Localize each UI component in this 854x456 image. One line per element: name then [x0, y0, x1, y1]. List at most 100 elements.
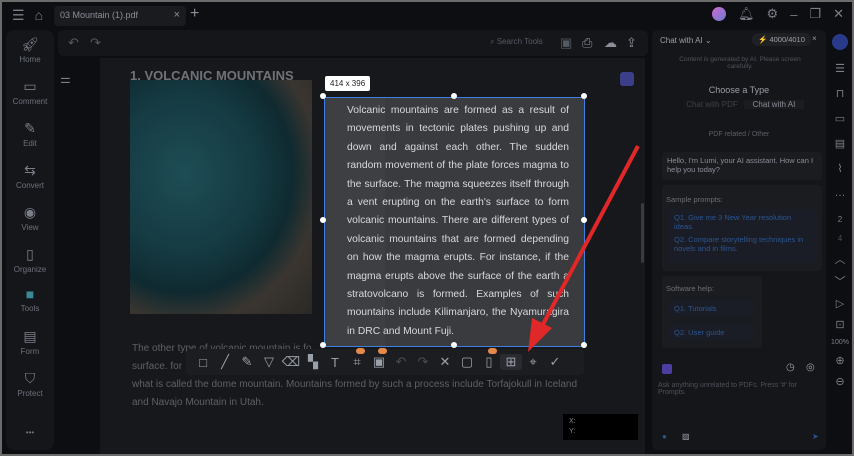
label: Home [19, 55, 41, 64]
bulb-icon[interactable]: ● [662, 432, 667, 441]
ai-assistant-icon[interactable] [620, 72, 634, 86]
gear-icon[interactable]: ⚙ [767, 6, 779, 22]
chat-with-pdf-option[interactable]: Chat with PDF [682, 100, 742, 109]
settings-icon[interactable]: ◎ [806, 362, 815, 373]
redo-icon[interactable]: ↷ [90, 35, 101, 51]
pin-icon[interactable]: ⌖ [522, 354, 544, 370]
text-icon[interactable]: T [324, 355, 346, 370]
zoom-level[interactable]: 100% [828, 339, 852, 346]
bookmark-icon[interactable]: ⊓ [828, 87, 852, 100]
bell-icon[interactable]: 🔔︎ [738, 6, 755, 22]
ai-notice: Content is generated by AI. Please scree… [679, 56, 801, 70]
close-tab-icon[interactable]: × [174, 9, 180, 21]
resize-handle[interactable] [320, 217, 326, 223]
resize-handle[interactable] [581, 217, 587, 223]
print-icon[interactable]: ⎙ [582, 35, 592, 51]
redo-icon[interactable]: ↷ [412, 354, 434, 370]
history-icon[interactable]: ◷ [786, 362, 795, 373]
x-label: X: [569, 418, 576, 425]
resize-handle[interactable] [320, 342, 326, 348]
zoom-out-icon[interactable]: ⊖ [828, 375, 852, 388]
line-icon[interactable]: ╱ [214, 354, 236, 370]
sidebar-item-view[interactable]: ◉ View [6, 204, 54, 232]
ai-chat-icon[interactable] [832, 34, 848, 50]
close-panel-icon[interactable]: × [812, 34, 817, 43]
settings-sliders-icon[interactable]: ⚌ [60, 72, 71, 86]
zoom-in-icon[interactable]: ⊕ [828, 354, 852, 367]
resize-handle[interactable] [581, 342, 587, 348]
label: Tools [20, 304, 40, 313]
avatar[interactable] [712, 7, 727, 21]
close-icon[interactable]: ✕ [434, 354, 456, 370]
close-icon[interactable]: ✕ [833, 6, 844, 22]
help-prompt[interactable]: Q1. Tutorials [668, 300, 754, 317]
mode-select[interactable]: Chat with AI ⌄ [660, 36, 712, 45]
home-icon[interactable]: ⌂ [35, 7, 43, 23]
sidebar-item-edit[interactable]: ✎ Edit [6, 120, 54, 148]
new-tab-button[interactable]: + [190, 5, 199, 23]
undo-icon[interactable]: ↶ [390, 354, 412, 370]
current-page[interactable]: 2 [828, 215, 852, 224]
label: Convert [15, 181, 44, 190]
app-window: ☰ ⌂ 03 Mountain (1).pdf × + 🔔︎ ⚙ – ❐ ✕ 🚀︎ Home… [2, 2, 852, 454]
resize-handle[interactable] [581, 93, 587, 99]
undo-icon[interactable]: ↶ [68, 35, 79, 51]
more-icon[interactable]: … [828, 187, 852, 199]
total-pages: 4 [837, 234, 843, 243]
software-help-card: Software help: Q1. Tutorials Q2. User gu… [662, 276, 762, 348]
restore-icon[interactable]: ❐ [809, 6, 821, 22]
pencil-icon[interactable]: ✎ [236, 354, 258, 370]
sidebar-item-comment[interactable]: ▭ Comment [6, 78, 54, 106]
thumbnails-icon[interactable]: ☰ [828, 62, 852, 75]
highlighter-icon[interactable]: ▽ [258, 354, 280, 370]
sample-prompt[interactable]: Q2. Compare storytelling techniques in n… [668, 231, 818, 263]
credits-badge: ⚡ 4000/4010 [752, 33, 811, 46]
sidebar-item-tools[interactable]: ■ Tools [6, 286, 54, 313]
image-upload-icon[interactable]: ▨ [682, 432, 690, 441]
cloud-icon[interactable]: ☁ [604, 35, 617, 51]
ocr-icon[interactable]: ⌗ [346, 348, 368, 370]
help-prompt[interactable]: Q2. User guide [668, 324, 754, 341]
prev-page-icon[interactable]: ︿ [828, 251, 852, 267]
attachment-icon[interactable]: ⌇ [828, 162, 852, 175]
save-icon[interactable]: ▢ [456, 354, 478, 370]
eraser-icon[interactable]: ⌫ [280, 354, 302, 370]
volcano-image [130, 80, 312, 314]
select-cursor-icon[interactable]: ▷ [828, 297, 852, 310]
sidebar-item-home[interactable]: 🚀︎ Home [6, 36, 54, 64]
copy-icon[interactable]: ▯ [478, 348, 500, 370]
right-toolbar: ☰ ⊓ ▭ ▤ ⌇ … 2 4 ︿ ﹀ ▷ ⊡ 100% ⊕ ⊖ [828, 30, 852, 450]
search-tools[interactable]: ⌕ Search Tools [490, 37, 543, 47]
translate-icon[interactable]: ▣ [368, 348, 390, 370]
resize-handle[interactable] [320, 93, 326, 99]
fit-page-icon[interactable]: ⊡ [828, 318, 852, 331]
resize-handle[interactable] [451, 342, 457, 348]
label: Comment [12, 97, 48, 106]
form-fields-icon[interactable]: ▤ [828, 137, 852, 150]
document-tab[interactable]: 03 Mountain (1).pdf × [54, 6, 186, 26]
resize-handle[interactable] [451, 93, 457, 99]
rectangle-icon[interactable]: □ [192, 355, 214, 370]
menu-icon[interactable]: ☰ [12, 7, 25, 24]
mosaic-icon[interactable]: ▚ [302, 354, 324, 370]
minimize-icon[interactable]: – [790, 7, 797, 22]
send-icon[interactable]: ➤ [812, 432, 819, 441]
chat-input[interactable]: Ask anything unrelated to PDFs. Press '#… [658, 382, 808, 396]
sidebar-item-convert[interactable]: ⇆ Convert [6, 162, 54, 190]
edit-icon: ✎ [24, 120, 36, 136]
selected-text-box[interactable]: Volcanic mountains are formed as a resul… [324, 97, 585, 347]
sidebar-item-organize[interactable]: ▯ Organize [6, 246, 54, 274]
save-icon[interactable]: ▣ [560, 35, 572, 51]
more-icon[interactable]: ••• [6, 428, 54, 437]
share-icon[interactable]: ⇪ [626, 35, 637, 51]
sidebar-item-protect[interactable]: ⛉ Protect [6, 370, 54, 398]
chat-with-ai-option[interactable]: Chat with AI [744, 100, 804, 109]
next-page-icon[interactable]: ﹀ [828, 273, 852, 289]
scrollbar[interactable] [641, 203, 644, 263]
paragraph-line: and Navajo Mountain in Utah. [132, 397, 264, 408]
confirm-icon[interactable]: ✓ [544, 354, 566, 370]
insert-to-pdf-icon[interactable]: ⊞ [500, 354, 522, 370]
shield-icon: ⛉ [24, 370, 36, 386]
comment-icon[interactable]: ▭ [828, 112, 852, 125]
sidebar-item-form[interactable]: ▤ Form [6, 328, 54, 356]
